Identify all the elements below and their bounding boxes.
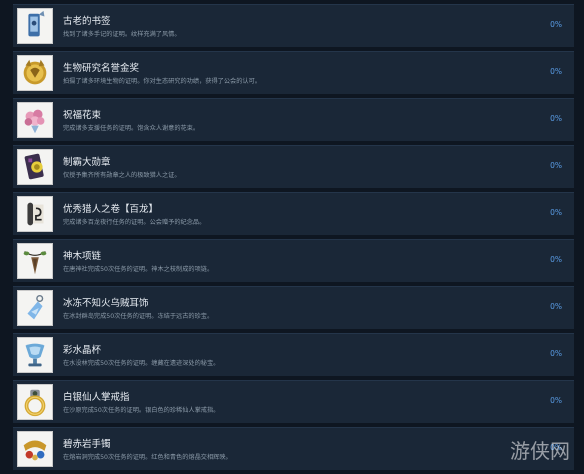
achievement-description: 找到了诸多手记的证明。纹样充满了风情。 [63,31,181,38]
achievement-title: 白银仙人掌戒指 [63,392,130,403]
bookmark-icon [17,8,53,44]
achievement-row[interactable]: 制霸大勋章 仅授予集齐所有勋章之人的极致猎人之证。 0% [13,145,574,188]
achievement-description: 仅授予集齐所有勋章之人的极致猎人之证。 [63,172,181,179]
silver-ring-icon [17,384,53,420]
achievement-progress: 0% [550,302,562,311]
achievement-progress: 0% [550,396,562,405]
achievement-progress: 0% [550,161,562,170]
watermark-text: 游侠网 [510,439,570,463]
achievement-title: 彩水晶杯 [63,345,102,356]
ice-earring-icon [17,290,53,326]
achievement-row[interactable]: 生物研究名誉金奖 拍摄了诸多环境生物的证明。你对生态研究的功绩，获得了公会的认可… [13,51,574,94]
achievement-title: 古老的书签 [63,16,111,27]
achievement-progress: 0% [550,20,562,29]
achievement-description: 在唐神社完成50次任务的证明。神木之枝制成的项链。 [63,266,214,273]
achievement-progress: 0% [550,114,562,123]
gold-medal-icon [17,55,53,91]
achievement-list: 古老的书签 找到了诸多手记的证明。纹样充满了风情。 0% 生物研究名誉金奖 拍摄… [0,0,584,474]
achievement-description: 完成诸多百龙夜行任务的证明。公会赠予的纪念品。 [63,219,206,226]
achievement-row[interactable]: 神木项链 在唐神社完成50次任务的证明。神木之枝制成的项链。 0% [13,239,574,282]
achievement-title: 祝福花束 [63,110,102,121]
crystal-cup-icon [17,337,53,373]
achievement-progress: 0% [550,349,562,358]
achievement-description: 在沙原完成50次任务的证明。银白色的珍稀仙人掌戒指。 [63,407,220,414]
site-watermark-logo: 游侠网 [506,430,570,470]
achievement-title: 冰冻不知火乌贼耳饰 [63,298,149,309]
achievement-row[interactable]: 古老的书签 找到了诸多手记的证明。纹样充满了风情。 0% [13,4,574,47]
achievement-description: 完成诸多支援任务的证明。饱含众人谢意的花束。 [63,125,200,132]
scroll-icon [17,196,53,232]
achievement-description: 拍摄了诸多环境生物的证明。你对生态研究的功绩，获得了公会的认可。 [63,78,261,85]
achievement-description: 在熔岩洞完成50次任务的证明。红色和青色的熔晶交相辉映。 [63,454,232,461]
achievement-description: 在冰封群岛完成50次任务的证明。冻结于远古的珍宝。 [63,313,214,320]
bracelet-icon [17,431,53,467]
achievement-row[interactable]: 彩水晶杯 在水没林完成50次任务的证明。缠藏在遗迹深处的秘宝。 0% [13,333,574,376]
flower-bouquet-icon [17,102,53,138]
achievement-title: 碧赤岩手镯 [63,439,111,450]
grand-medal-icon [17,149,53,185]
achievement-row[interactable]: 优秀猎人之卷【百龙】 完成诸多百龙夜行任务的证明。公会赠予的纪念品。 0% [13,192,574,235]
achievement-title: 优秀猎人之卷【百龙】 [63,204,159,215]
achievement-progress: 0% [550,208,562,217]
achievement-progress: 0% [550,67,562,76]
achievement-row[interactable]: 冰冻不知火乌贼耳饰 在冰封群岛完成50次任务的证明。冻结于远古的珍宝。 0% [13,286,574,329]
achievement-progress: 0% [550,255,562,264]
achievement-title: 制霸大勋章 [63,157,111,168]
achievement-row[interactable]: 白银仙人掌戒指 在沙原完成50次任务的证明。银白色的珍稀仙人掌戒指。 0% [13,380,574,423]
achievement-title: 生物研究名誉金奖 [63,63,140,74]
wood-necklace-icon [17,243,53,279]
achievement-row[interactable]: 碧赤岩手镯 在熔岩洞完成50次任务的证明。红色和青色的熔晶交相辉映。 0% [13,427,574,470]
achievement-description: 在水没林完成50次任务的证明。缠藏在遗迹深处的秘宝。 [63,360,220,367]
achievement-row[interactable]: 祝福花束 完成诸多支援任务的证明。饱含众人谢意的花束。 0% [13,98,574,141]
achievement-title: 神木项链 [63,251,102,262]
